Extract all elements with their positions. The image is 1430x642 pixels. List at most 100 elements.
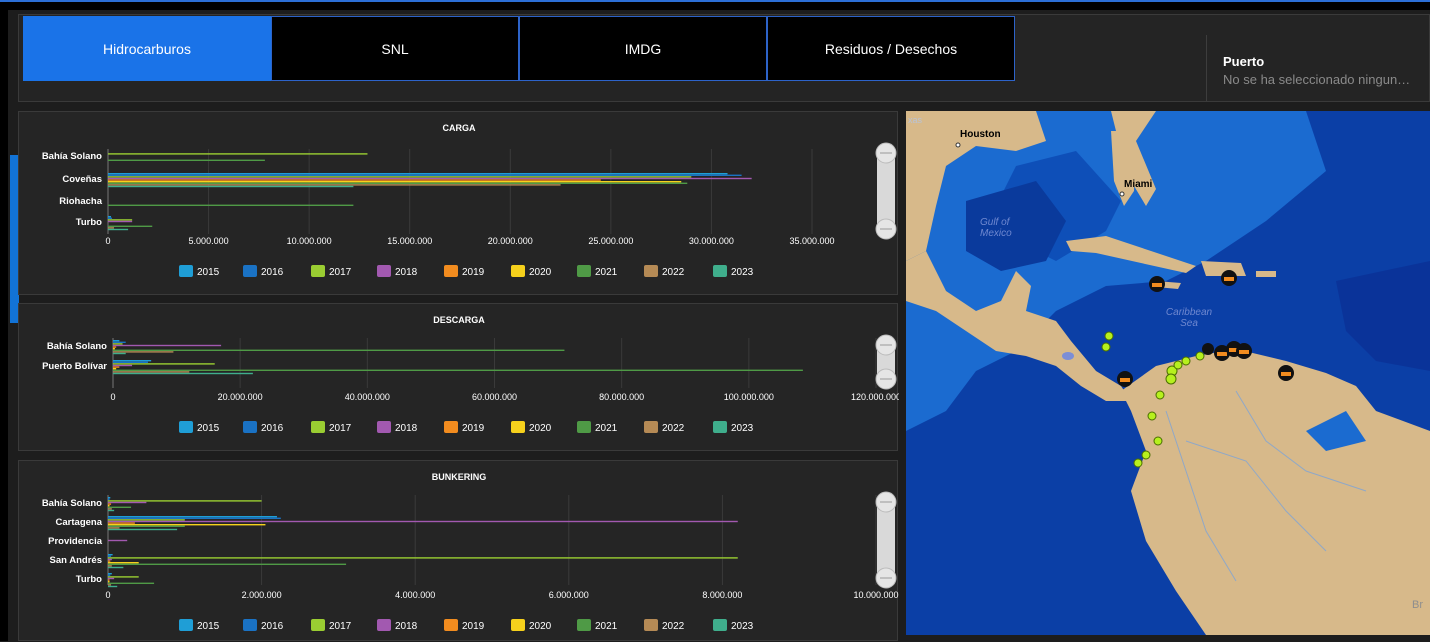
bar[interactable] [113,364,133,367]
legend-label[interactable]: 2020 [529,267,552,278]
bar[interactable] [108,554,113,556]
legend-swatch[interactable] [311,421,325,433]
bar[interactable] [108,528,178,531]
legend-swatch[interactable] [179,421,193,433]
port-marker-icon[interactable] [1278,365,1294,381]
bar[interactable] [108,558,112,561]
bar[interactable] [108,159,265,161]
legend-swatch[interactable] [377,619,391,631]
legend-swatch[interactable] [243,421,257,433]
bar[interactable] [108,524,266,526]
bar[interactable] [108,174,742,176]
legend-label[interactable]: 2018 [395,423,418,434]
bar[interactable] [108,581,110,583]
bar[interactable] [108,573,112,575]
legend-swatch[interactable] [511,619,525,631]
bar[interactable] [113,340,120,342]
bar[interactable] [108,173,728,175]
legend-swatch[interactable] [577,619,591,631]
bar[interactable] [108,153,368,155]
legend-label[interactable]: 2015 [197,423,220,434]
legend-swatch[interactable] [577,421,591,433]
legend-label[interactable]: 2023 [731,267,754,278]
legend-label[interactable]: 2017 [329,423,352,434]
bar[interactable] [108,517,281,519]
tab-imdg[interactable]: IMDG [519,16,767,81]
bar[interactable] [108,555,112,557]
bar[interactable] [108,563,347,565]
bar[interactable] [108,574,111,576]
bar[interactable] [108,505,110,507]
bar[interactable] [108,519,185,521]
bar[interactable] [113,369,803,371]
puerto-filter[interactable]: Puerto No se ha seleccionado ningun… [1206,35,1430,101]
bar[interactable] [108,181,682,183]
bar[interactable] [108,179,601,181]
bar[interactable] [108,562,139,564]
bar[interactable] [108,216,112,218]
puerto-select-value[interactable]: No se ha seleccionado ningun… [1223,72,1427,87]
tab-residuos[interactable]: Residuos / Desechos [767,16,1015,81]
bar[interactable] [108,227,115,229]
station-marker-icon[interactable] [1101,331,1205,468]
bar[interactable] [113,349,565,351]
bar[interactable] [108,497,111,499]
legend-swatch[interactable] [444,421,458,433]
legend-label[interactable]: 2017 [329,621,352,632]
legend-swatch[interactable] [243,265,257,277]
legend-label[interactable]: 2019 [462,267,485,278]
legend-label[interactable]: 2016 [261,267,284,278]
legend-swatch[interactable] [243,619,257,631]
legend-label[interactable]: 2021 [595,621,618,632]
legend-label[interactable]: 2019 [462,621,485,632]
bar[interactable] [113,352,126,355]
legend-label[interactable]: 2022 [662,621,685,632]
bar[interactable] [108,498,110,500]
bar[interactable] [113,360,152,362]
bar[interactable] [108,500,262,502]
port-marker-icon[interactable] [1149,276,1165,292]
bar[interactable] [113,361,148,363]
legend-label[interactable]: 2021 [595,267,618,278]
port-marker-icon[interactable] [1221,270,1237,286]
legend-swatch[interactable] [179,619,193,631]
tab-hidrocarburos[interactable]: Hidrocarburos [23,16,271,81]
legend-swatch[interactable] [644,619,658,631]
bar[interactable] [113,344,222,347]
legend-swatch[interactable] [311,619,325,631]
bar[interactable] [108,508,112,510]
bar[interactable] [108,525,185,527]
legend-label[interactable]: 2023 [731,423,754,434]
legend-swatch[interactable] [644,421,658,433]
legend-swatch[interactable] [444,619,458,631]
map-view[interactable]: Houston Miami Gulf of Mexico Caribbean S… [906,111,1430,635]
bar[interactable] [113,343,123,345]
legend-label[interactable]: 2016 [261,621,284,632]
bar[interactable] [113,348,115,350]
bar[interactable] [108,539,128,542]
legend-swatch[interactable] [511,421,525,433]
port-marker-icon[interactable] [1117,371,1133,387]
bar[interactable] [108,576,139,578]
bar[interactable] [108,219,133,221]
legend-swatch[interactable] [179,265,193,277]
bar[interactable] [108,585,118,588]
legend-swatch[interactable] [444,265,458,277]
bar[interactable] [108,509,115,512]
legend-swatch[interactable] [644,265,658,277]
legend-swatch[interactable] [577,265,591,277]
bar[interactable] [113,346,117,348]
bar[interactable] [108,560,111,562]
bar[interactable] [108,506,132,508]
bar[interactable] [108,557,738,559]
legend-label[interactable]: 2018 [395,267,418,278]
bar[interactable] [108,204,354,206]
legend-label[interactable]: 2015 [197,267,220,278]
legend-label[interactable]: 2020 [529,621,552,632]
bar[interactable] [113,368,117,370]
legend-label[interactable]: 2020 [529,423,552,434]
bar[interactable] [108,503,112,505]
bar[interactable] [108,228,129,231]
bar[interactable] [108,522,135,524]
legend-swatch[interactable] [377,421,391,433]
